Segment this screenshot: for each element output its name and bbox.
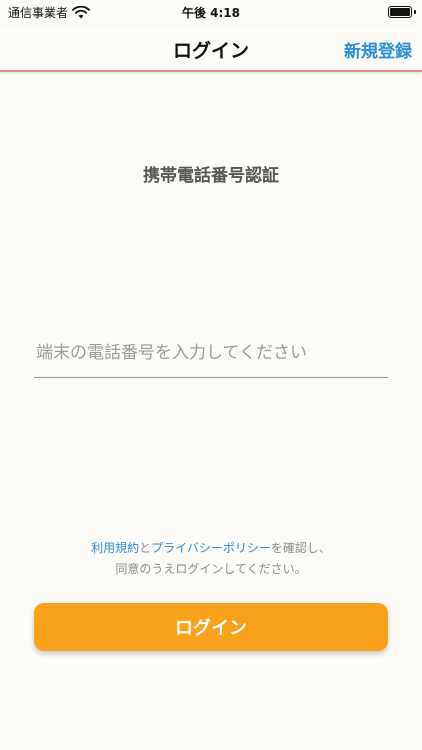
status-bar: 通信事業者 午後 4:18 bbox=[0, 0, 422, 26]
terms-of-use-link[interactable]: 利用規約 bbox=[91, 541, 139, 555]
terms-and-text: と bbox=[139, 541, 152, 555]
battery-icon bbox=[388, 6, 412, 18]
phone-number-input[interactable] bbox=[34, 328, 388, 378]
terms-line-1: 利用規約とプライバシーポリシーを確認し、 bbox=[0, 538, 422, 559]
terms-notice: 利用規約とプライバシーポリシーを確認し、 同意のうえログインしてください。 bbox=[0, 538, 422, 580]
terms-line-2: 同意のうえログインしてください。 bbox=[115, 562, 307, 576]
signup-button[interactable]: 新規登録 bbox=[344, 37, 412, 62]
battery-cap bbox=[414, 10, 416, 14]
status-time: 午後 4:18 bbox=[181, 6, 241, 20]
section-title: 携帯電話番号認証 bbox=[143, 166, 279, 186]
privacy-policy-link[interactable]: プライバシーポリシー bbox=[151, 541, 271, 555]
login-button[interactable]: ログイン bbox=[34, 603, 388, 651]
terms-confirm-text: を確認し、 bbox=[270, 541, 331, 555]
navigation-bar: ログイン 新規登録 bbox=[0, 26, 422, 72]
